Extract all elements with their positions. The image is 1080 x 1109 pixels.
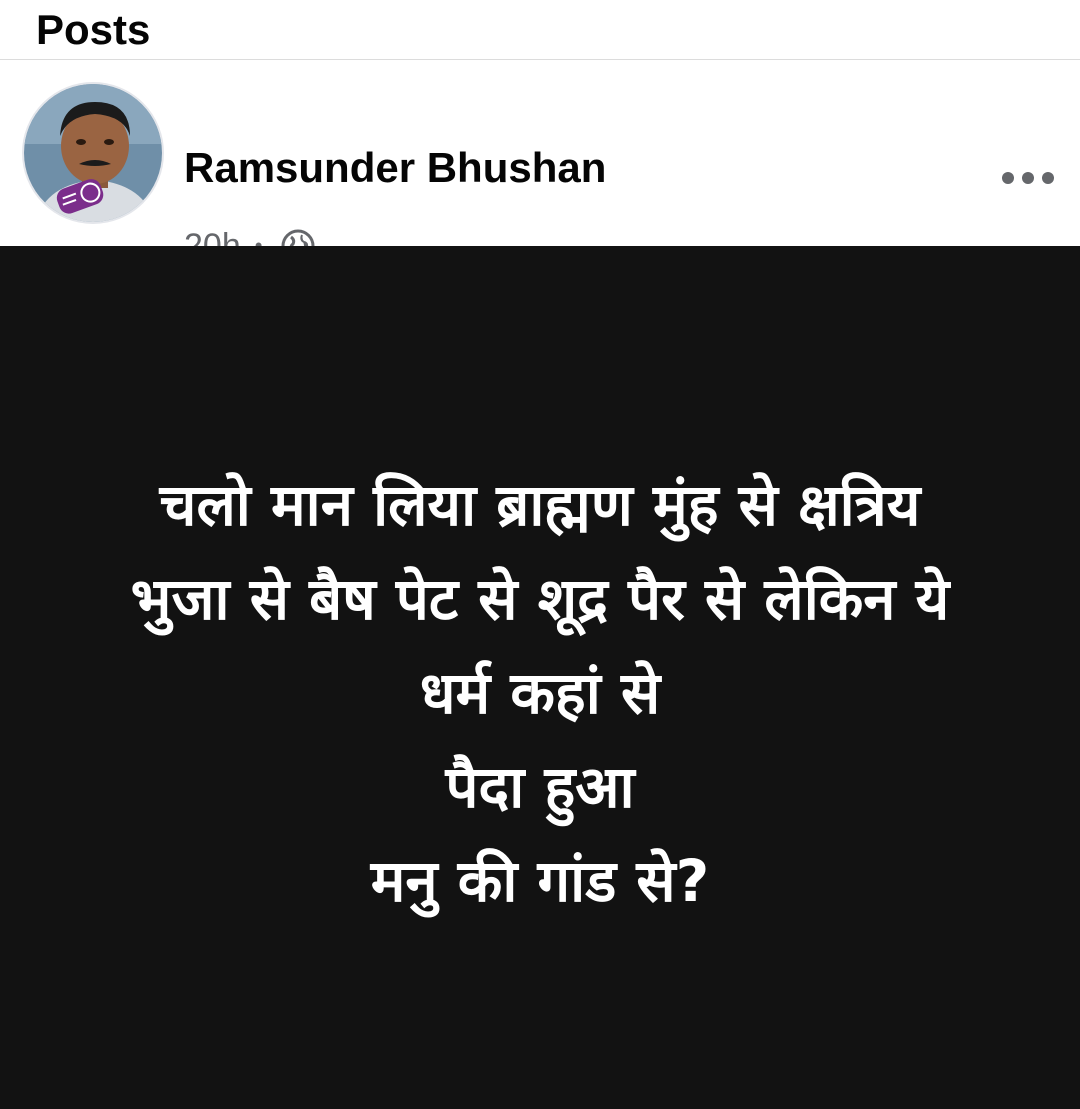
post-text-line: चलो मान लिया ब्राह्मण मुंह से क्षत्रिय <box>159 471 921 539</box>
post-text-line: भुजा से बैष पेट से शूद्र पैर से लेकिन ये <box>130 565 950 633</box>
post-text-card[interactable]: चलो मान लिया ब्राह्मण मुंह से क्षत्रिय भ… <box>0 246 1080 1109</box>
post-header: Ramsunder Bhushan 20h • <box>0 60 1080 265</box>
more-dot <box>1042 172 1054 184</box>
post-text-line: मनु की गांड से? <box>370 847 710 915</box>
author-avatar[interactable] <box>22 82 164 224</box>
more-options-icon[interactable] <box>1002 172 1054 184</box>
post-text-line: पैदा हुआ <box>445 753 635 821</box>
more-dot <box>1002 172 1014 184</box>
avatar-image <box>24 84 162 222</box>
posts-section-header: Posts <box>0 0 1080 60</box>
author-name[interactable]: Ramsunder Bhushan <box>184 144 606 192</box>
post-text: चलो मान लिया ब्राह्मण मुंह से क्षत्रिय भ… <box>10 458 1070 928</box>
post-text-line: धर्म कहां से <box>419 659 661 727</box>
section-title: Posts <box>36 6 151 53</box>
more-dot <box>1022 172 1034 184</box>
